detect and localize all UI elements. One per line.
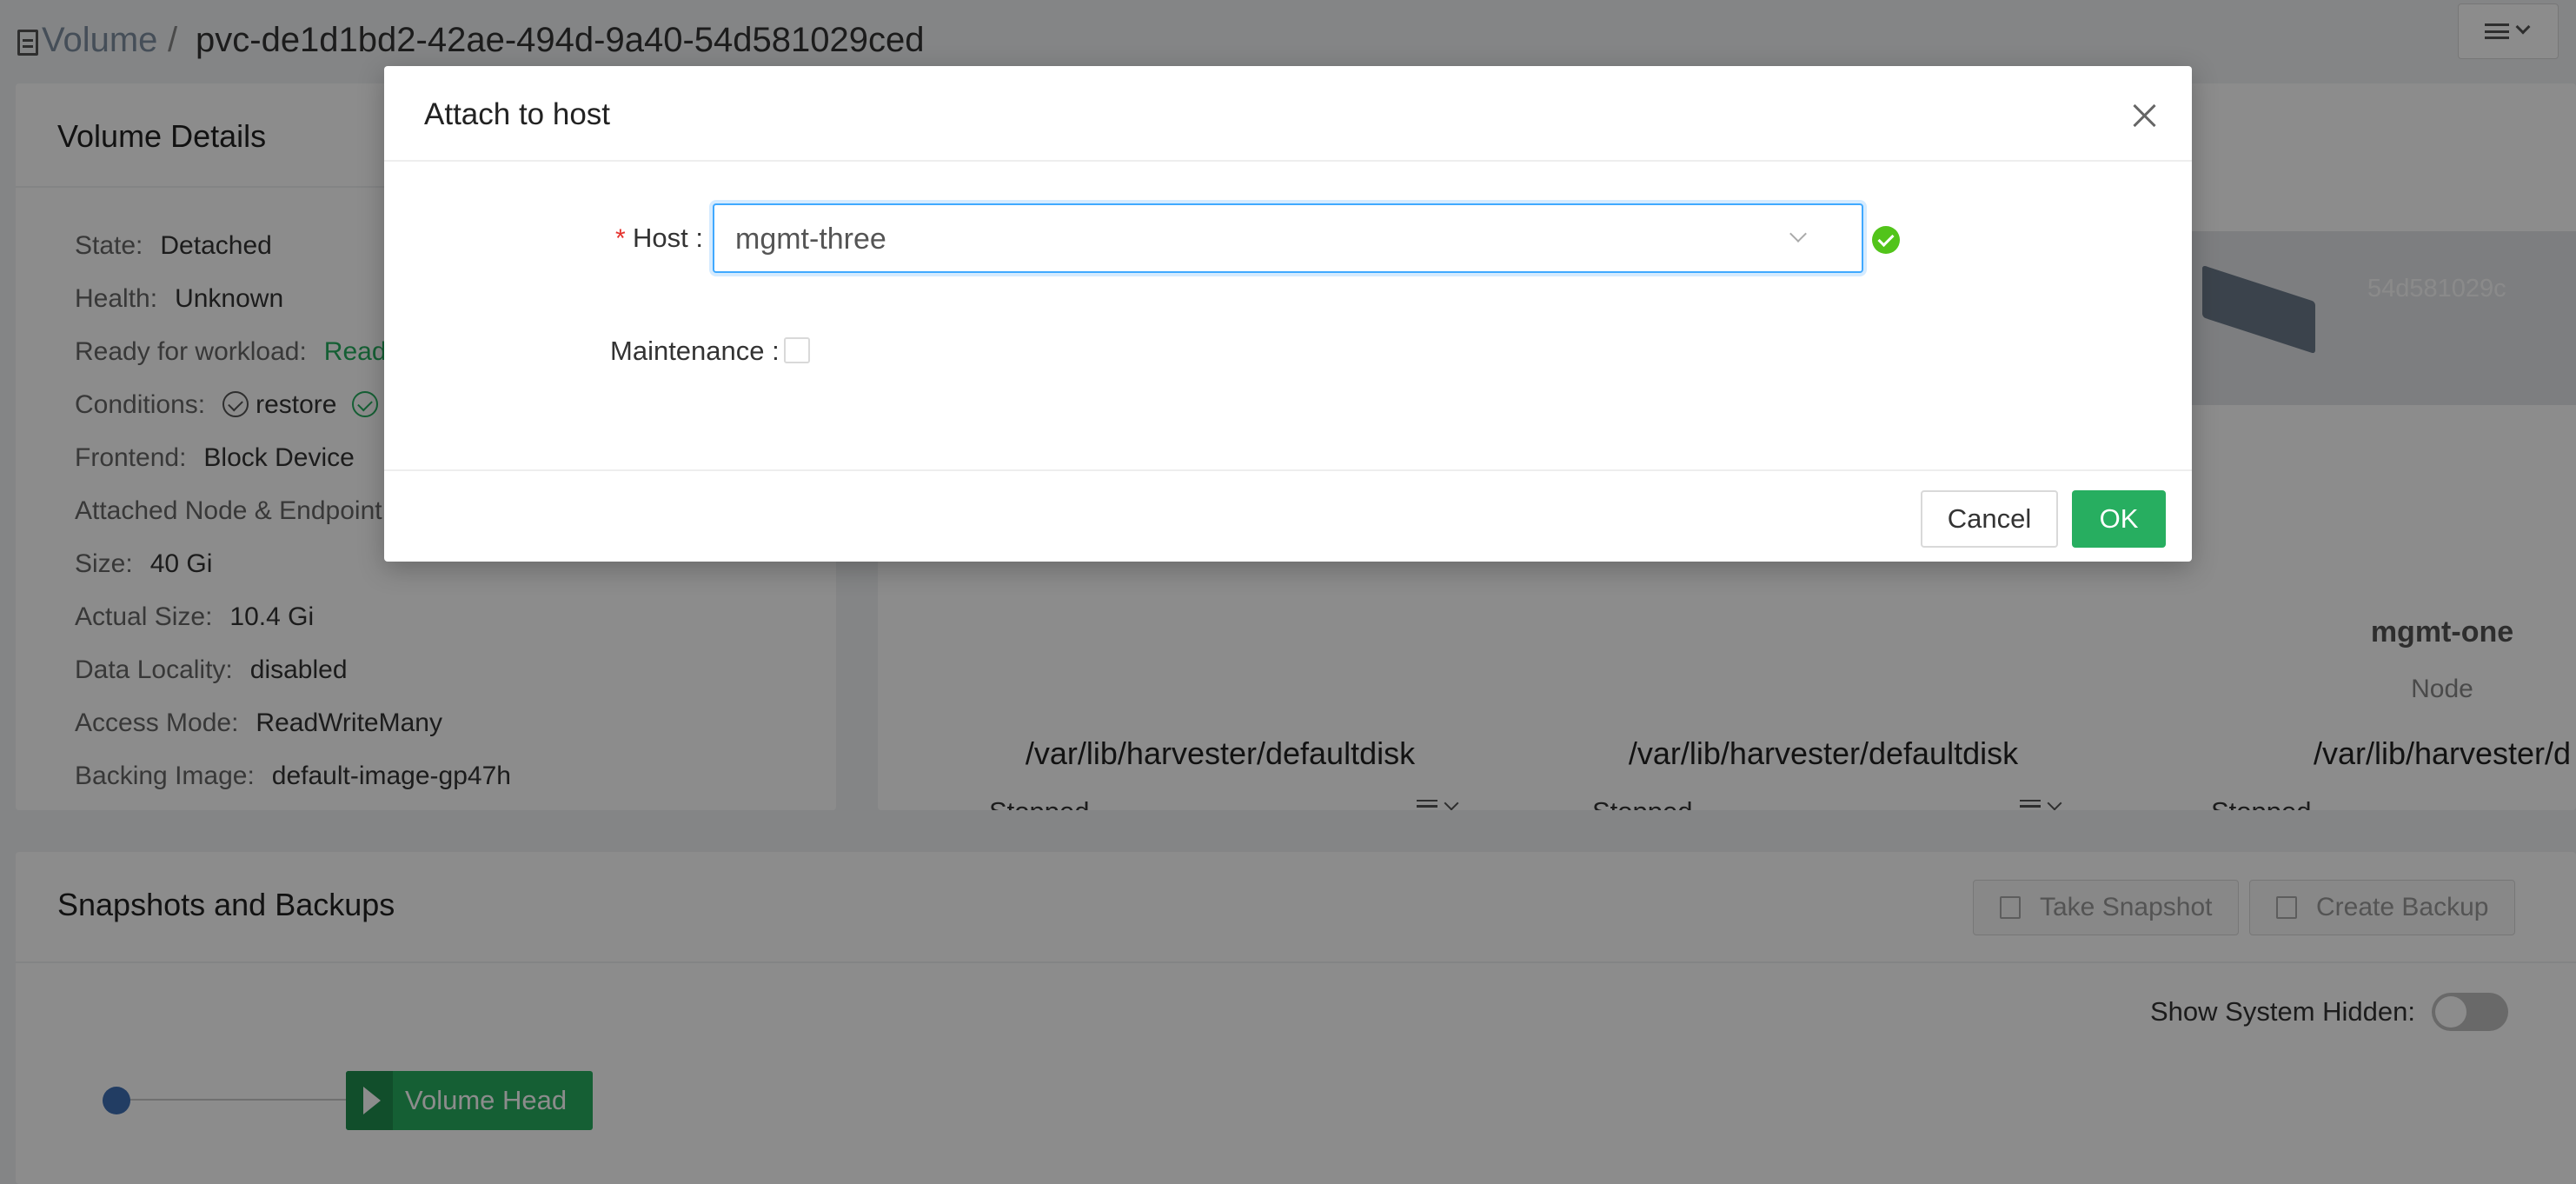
- chevron-down-icon: [1789, 225, 1807, 243]
- maintenance-label: Maintenance :: [610, 336, 780, 366]
- success-check-icon: [1872, 226, 1900, 254]
- host-select[interactable]: mgmt-three: [713, 203, 1863, 273]
- dialog-title: Attach to host: [424, 97, 611, 131]
- host-select-value: mgmt-three: [735, 223, 886, 256]
- maintenance-checkbox[interactable]: [784, 337, 810, 363]
- cancel-button[interactable]: Cancel: [1921, 490, 2058, 548]
- divider: [384, 160, 2192, 162]
- attach-to-host-dialog: Attach to host * Host : mgmt-three Maint…: [384, 66, 2192, 562]
- ok-button[interactable]: OK: [2072, 490, 2166, 548]
- divider: [384, 469, 2192, 471]
- host-label: Host :: [633, 223, 703, 253]
- close-icon[interactable]: [2126, 96, 2164, 134]
- required-mark: *: [615, 224, 626, 253]
